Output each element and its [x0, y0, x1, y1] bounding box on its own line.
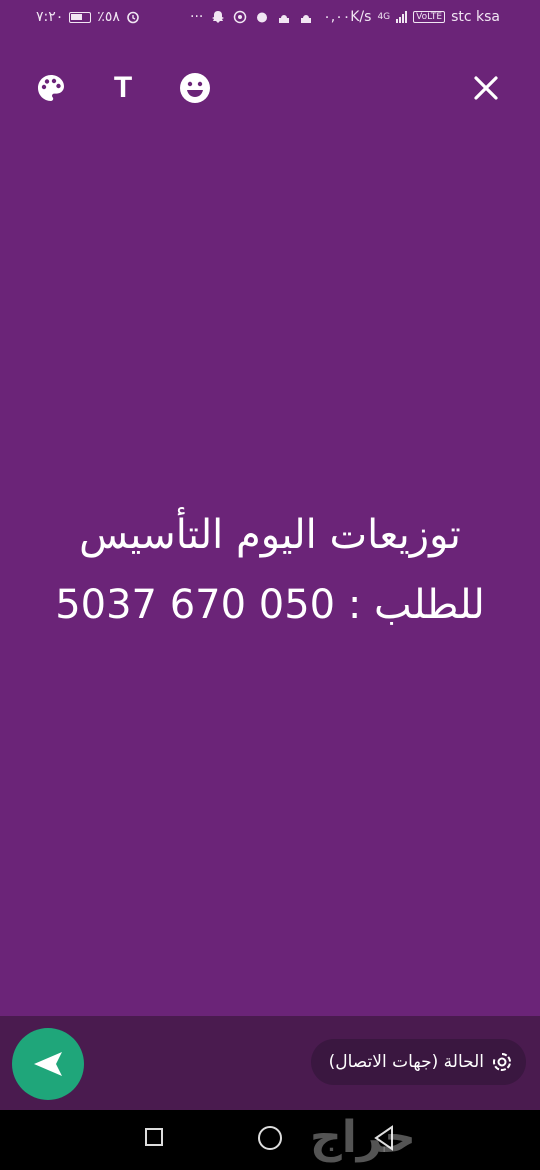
hotspot-icon [234, 10, 247, 24]
palette-button[interactable] [33, 70, 69, 106]
more-notifications: ··· [190, 9, 204, 25]
status-text-line-2: للطلب : 050 670 5037 [55, 582, 485, 628]
send-icon [34, 1052, 62, 1076]
editor-toolbar: T [0, 60, 540, 116]
mosque-icon [279, 15, 290, 23]
composer-bar: الحالة (جهات الاتصال) [0, 1016, 540, 1110]
recents-button[interactable] [145, 1128, 163, 1146]
battery-icon [69, 11, 92, 23]
signal-icon [396, 11, 408, 23]
status-audience-chip[interactable]: الحالة (جهات الاتصال) [310, 1039, 526, 1085]
status-bar: ٧:٢٠ ٪٥٨ ··· ٠,٠٠K/s 4G VoLTE stc ksa [0, 0, 540, 36]
close-button[interactable] [468, 70, 504, 106]
home-button[interactable] [258, 1126, 282, 1150]
haraj-watermark: حراج [310, 1112, 416, 1163]
status-text-line-1: توزيعات اليوم التأسيس [79, 512, 461, 558]
close-icon [474, 76, 498, 100]
battery-level: ٪٥٨ [97, 9, 120, 25]
carrier-name: stc ksa [451, 9, 500, 25]
text-tool-button[interactable]: T [105, 70, 141, 106]
status-right: ٠,٠٠K/s 4G VoLTE stc ksa [323, 9, 500, 25]
volte-badge: VoLTE [413, 11, 446, 23]
network-type: 4G [377, 12, 391, 22]
send-button[interactable] [12, 1028, 84, 1100]
network-speed: ٠,٠٠K/s [323, 9, 372, 25]
notification-icons: ··· [190, 9, 313, 25]
smiley-icon [180, 73, 210, 103]
navigation-bar [0, 1110, 540, 1170]
status-text-content[interactable]: توزيعات اليوم التأسيس للطلب : 050 670 50… [40, 500, 500, 640]
alarm-icon [127, 11, 139, 24]
alarm-small-icon [257, 12, 268, 23]
status-left: ٧:٢٠ ٪٥٨ [36, 9, 140, 25]
mosque-icon-2 [301, 15, 312, 23]
audience-label: الحالة (جهات الاتصال) [328, 1052, 484, 1072]
time: ٧:٢٠ [36, 9, 64, 25]
palette-icon [38, 75, 64, 101]
snapchat-icon [212, 11, 225, 23]
emoji-button[interactable] [177, 70, 213, 106]
status-ring-icon [493, 1053, 511, 1071]
